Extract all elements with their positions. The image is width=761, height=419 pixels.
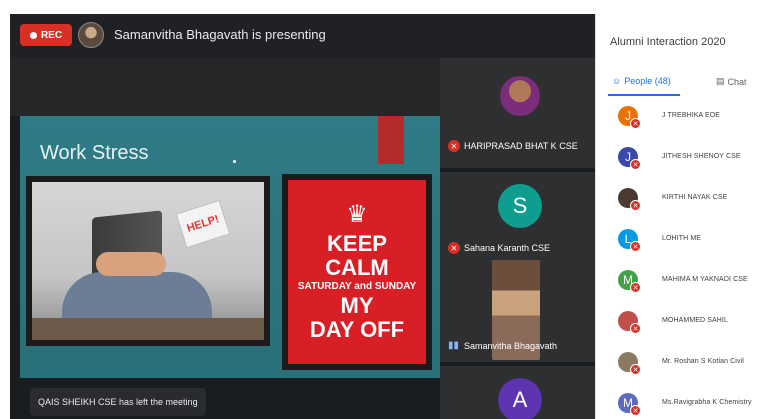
people-panel: Alumni Interaction 2020 ☺ People (48) ▤ … [595, 14, 761, 419]
stress-photo: HELP! [32, 182, 264, 340]
tile-name: Samanvitha Bhagavath [464, 341, 558, 351]
mic-off-icon: ✕ [630, 282, 641, 293]
keep-calm-line2: CALM [325, 255, 389, 280]
participant-name: Mr. Roshan S Kotian Civil [662, 358, 744, 365]
meeting-stage: REC Samanvitha Bhagavath is presenting W… [10, 14, 595, 419]
slide-title: Work Stress [40, 142, 149, 164]
recording-badge: REC [20, 24, 72, 46]
participant-name: MOHAMMED SAHIL [662, 317, 728, 324]
list-item[interactable]: L ✕ LOHITH ME [596, 225, 761, 266]
list-item[interactable]: J ✕ JITHESH SHENOY CSE [596, 143, 761, 184]
keep-calm-line3: SATURDAY and SUNDAY [297, 281, 417, 292]
tab-chat-label: Chat [727, 76, 747, 87]
meeting-toast: QAIS SHEIKH CSE has left the meeting [30, 388, 206, 416]
tile-name: Sahana Karanth CSE [464, 243, 551, 253]
list-item[interactable]: ✕ MOHAMMED SAHIL [596, 307, 761, 348]
mic-off-icon: ✕ [630, 405, 641, 416]
tab-underline [608, 94, 680, 96]
mic-off-icon: ✕ [448, 242, 460, 254]
tab-people[interactable]: ☺ People (48) [612, 76, 671, 86]
avatar: A [498, 378, 542, 419]
meeting-title: Alumni Interaction 2020 [610, 36, 726, 48]
mic-off-icon: ✕ [630, 159, 641, 170]
tab-chat[interactable]: ▤ Chat [716, 76, 747, 87]
avatar: S [498, 184, 542, 228]
list-item[interactable]: M ✕ Ms.Ravigrabha K Chemistry [596, 389, 761, 419]
participant-tile-sahana[interactable]: S ✕ Sahana Karanth CSE [440, 172, 595, 254]
keep-calm-poster: ♛ KEEP CALM SATURDAY and SUNDAY MY DAY O… [288, 180, 426, 364]
participant-name: J TREBHIKA EOE [662, 112, 721, 119]
keep-calm-line4: MY [340, 293, 374, 318]
slide-accent-bar [378, 116, 404, 164]
participant-tile-samanvitha[interactable]: ▮▮ Samanvitha Bhagavath [440, 254, 595, 362]
keep-calm-line5: DAY OFF [309, 317, 405, 342]
desk-shape [32, 318, 264, 340]
mic-off-icon: ✕ [630, 118, 641, 129]
stress-photo-frame: HELP! [26, 176, 270, 346]
speaking-indicator-icon: ▮▮ [448, 340, 460, 351]
mic-off-icon: ✕ [630, 200, 641, 211]
participant-name: MAHIMA M YAKNADI CSE [662, 276, 748, 283]
participant-name: KIRTHI NAYAK CSE [662, 194, 728, 201]
help-sign: HELP! [175, 199, 231, 249]
tab-people-label: People (48) [624, 76, 671, 86]
presenting-status: Samanvitha Bhagavath is presenting [114, 27, 326, 42]
people-icon: ☺ [612, 76, 622, 86]
participant-tile-hariprasad[interactable]: ✕ HARIPRASAD BHAT K CSE [440, 58, 595, 168]
list-item[interactable]: M ✕ MAHIMA M YAKNADI CSE [596, 266, 761, 307]
presenting-bar: REC Samanvitha Bhagavath is presenting [10, 14, 595, 58]
list-item[interactable]: ✕ Mr. Roshan S Kotian Civil [596, 348, 761, 389]
presenter-avatar [78, 22, 104, 48]
participant-name: JITHESH SHENOY CSE [662, 153, 741, 160]
slide-header-strip [10, 58, 440, 116]
mouse-pointer-dot [233, 160, 236, 163]
list-item[interactable]: ✕ KIRTHI NAYAK CSE [596, 184, 761, 225]
tile-name: HARIPRASAD BHAT K CSE [464, 141, 578, 151]
participant-tile-a[interactable]: A [440, 366, 595, 419]
avatar [500, 76, 540, 116]
keep-calm-frame: ♛ KEEP CALM SATURDAY and SUNDAY MY DAY O… [282, 174, 432, 370]
hands-shape [96, 252, 166, 276]
chat-icon: ▤ [716, 76, 725, 86]
list-item[interactable]: J ✕ J TREBHIKA EOE [596, 102, 761, 143]
presentation-slide: Work Stress HELP! ♛ KEEP CALM SATURDAY a… [20, 116, 440, 378]
crown-icon: ♛ [346, 201, 368, 228]
mic-off-icon: ✕ [448, 140, 460, 152]
record-dot-icon [29, 31, 37, 39]
participant-name: Ms.Ravigrabha K Chemistry [662, 399, 752, 406]
participant-name: LOHITH ME [662, 235, 702, 242]
participant-list: J ✕ J TREBHIKA EOE J ✕ JITHESH SHENOY CS… [596, 102, 761, 419]
mic-off-icon: ✕ [630, 241, 641, 252]
keep-calm-line1: KEEP [327, 231, 387, 256]
mic-off-icon: ✕ [630, 364, 641, 375]
mic-off-icon: ✕ [630, 323, 641, 334]
recording-label: REC [40, 29, 63, 41]
